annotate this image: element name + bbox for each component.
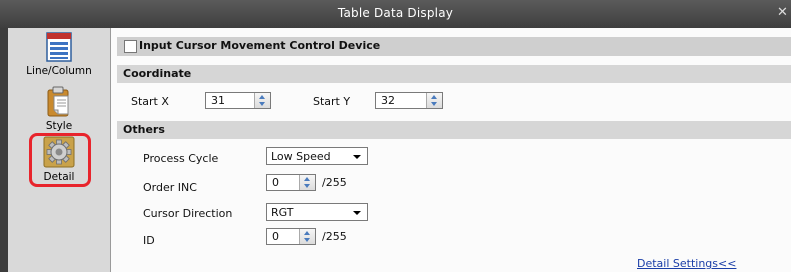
chevron-down-icon (353, 155, 361, 159)
process-cycle-select[interactable]: Low Speed (266, 147, 368, 165)
order-inc-value: 0 (272, 176, 279, 189)
input-cursor-row: Input Cursor Movement Control Device (117, 37, 791, 56)
order-inc-max: /255 (322, 176, 347, 189)
cursor-direction-value: RGT (271, 206, 294, 219)
process-cycle-label: Process Cycle (143, 152, 219, 165)
spinner-arrows-icon[interactable] (254, 93, 270, 108)
start-y-label: Start Y (313, 95, 351, 108)
start-y-stepper[interactable]: 32 (375, 92, 443, 109)
input-cursor-label: Input Cursor Movement Control Device (139, 39, 381, 52)
window-frame-left (0, 28, 8, 272)
table-data-display-window: Table Data Display ✕ Line/Column Style D… (0, 0, 791, 272)
id-value: 0 (272, 230, 279, 243)
window-title: Table Data Display (337, 6, 454, 20)
cursor-direction-select[interactable]: RGT (266, 203, 368, 221)
section-header-coordinate: Coordinate (117, 65, 791, 83)
detail-panel: Input Cursor Movement Control Device Coo… (111, 28, 791, 272)
process-cycle-value: Low Speed (271, 150, 331, 163)
spinner-arrows-icon[interactable] (299, 175, 315, 190)
spinner-arrows-icon[interactable] (426, 93, 442, 108)
detail-settings-link[interactable]: Detail Settings<< (637, 257, 736, 270)
start-x-value: 31 (211, 94, 225, 107)
spinner-arrows-icon[interactable] (299, 229, 315, 244)
start-x-stepper[interactable]: 31 (205, 92, 271, 109)
start-x-label: Start X (131, 95, 169, 108)
table-icon (46, 32, 72, 62)
order-inc-stepper[interactable]: 0 (266, 174, 316, 191)
title-bar: Table Data Display ✕ (0, 0, 791, 28)
section-header-others: Others (117, 121, 791, 139)
clipboard-icon (47, 86, 69, 117)
chevron-down-icon (353, 211, 361, 215)
sidebar-item-label: Line/Column (26, 65, 92, 77)
start-y-value: 32 (381, 94, 395, 107)
selection-highlight (29, 133, 91, 187)
id-label: ID (143, 234, 155, 247)
input-cursor-checkbox[interactable] (124, 40, 137, 53)
sidebar-item-line-column[interactable]: Line/Column (8, 32, 110, 77)
id-stepper[interactable]: 0 (266, 228, 316, 245)
sidebar-item-style[interactable]: Style (8, 86, 110, 132)
cursor-direction-label: Cursor Direction (143, 207, 233, 220)
order-inc-label: Order INC (143, 181, 197, 194)
close-icon[interactable]: ✕ (777, 5, 789, 21)
id-max: /255 (322, 230, 347, 243)
sidebar-item-label: Style (45, 120, 73, 132)
